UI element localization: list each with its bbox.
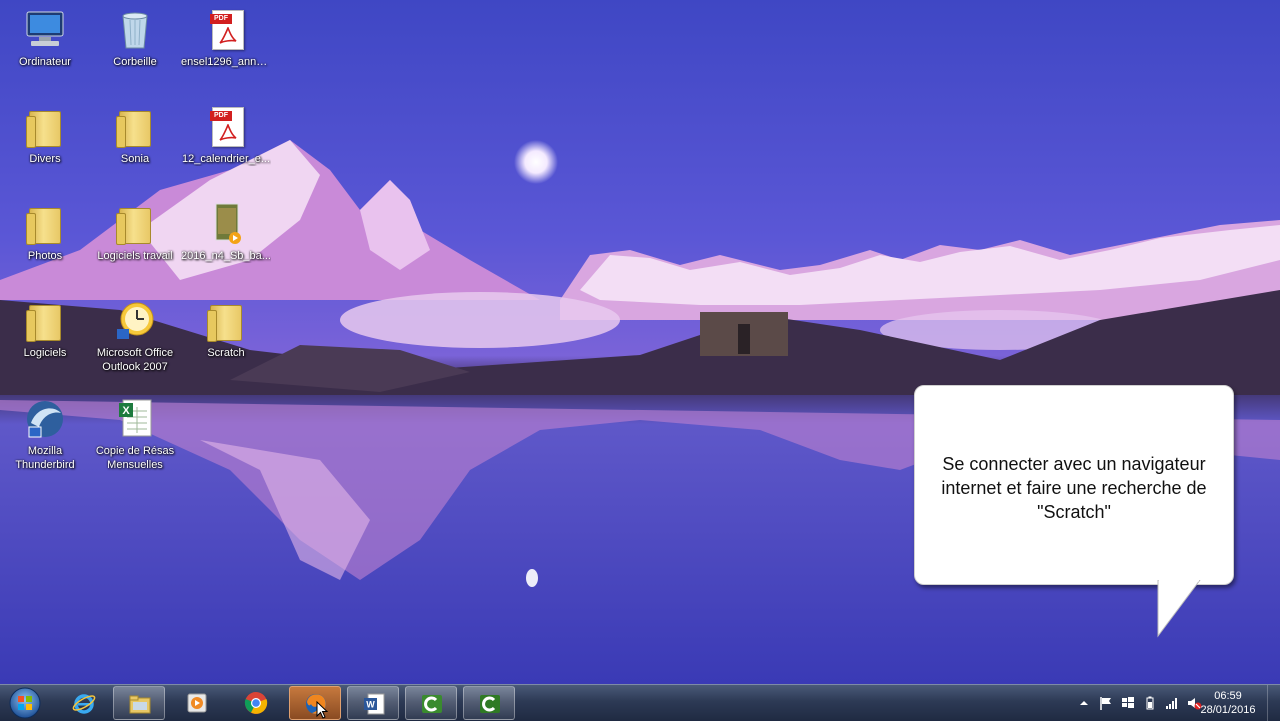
desktop-icon-logiciels-travail[interactable]: Logiciels travail bbox=[90, 202, 180, 263]
folder-icon bbox=[113, 202, 157, 246]
taskbar-chrome[interactable] bbox=[230, 686, 282, 720]
video-file-icon bbox=[204, 202, 248, 246]
desktop-icon-outlook[interactable]: Microsoft Office Outlook 2007 bbox=[90, 299, 180, 374]
desktop-icon-label: Sonia bbox=[120, 153, 150, 165]
desktop-icon-label: Divers bbox=[29, 153, 61, 165]
battery-icon[interactable] bbox=[1142, 695, 1158, 711]
excel-file-icon: X bbox=[113, 397, 157, 441]
mouse-cursor-icon bbox=[316, 701, 328, 719]
taskbar-file-explorer[interactable] bbox=[113, 686, 165, 720]
action-center-flag-icon[interactable] bbox=[1098, 695, 1114, 711]
desktop-icon-label: ensel1296_anne... bbox=[181, 56, 271, 68]
desktop-icon-label: Photos bbox=[27, 250, 63, 262]
start-button[interactable] bbox=[4, 686, 46, 720]
callout-text: Se connecter avec un navigateur internet… bbox=[941, 454, 1207, 522]
system-tray: 06:59 28/01/2016 bbox=[1050, 685, 1280, 721]
clock-date: 28/01/2016 bbox=[1200, 704, 1256, 716]
desktop-icon-divers[interactable]: Divers bbox=[0, 105, 90, 166]
desktop-icon-pdf-ensel[interactable]: PDF ensel1296_anne... bbox=[181, 8, 271, 69]
desktop-icon-video-file[interactable]: 2016_n4_Sb_ba... bbox=[181, 202, 271, 263]
desktop-icon-label: 2016_n4_Sb_ba... bbox=[181, 250, 271, 262]
desktop-icon-label: Mozilla Thunderbird bbox=[15, 445, 75, 471]
folder-icon bbox=[23, 105, 67, 149]
internet-explorer-icon bbox=[72, 694, 96, 714]
desktop-icon-label: Corbeille bbox=[113, 56, 157, 68]
svg-text:X: X bbox=[122, 405, 130, 417]
taskbar-word[interactable]: W bbox=[347, 686, 399, 720]
folder-icon bbox=[113, 105, 157, 149]
taskbar: W 06:59 28/01/2016 bbox=[0, 684, 1280, 721]
file-explorer-icon bbox=[129, 695, 151, 714]
taskbar-media-player[interactable] bbox=[171, 686, 223, 720]
folder-icon bbox=[23, 202, 67, 246]
desktop-icon-label: Copie de Résas Mensuelles bbox=[95, 445, 175, 471]
outlook-icon bbox=[113, 299, 157, 343]
taskbar-firefox[interactable] bbox=[289, 686, 341, 720]
desktop-icon-label: 12_calendrier_e... bbox=[181, 153, 271, 165]
desktop-icon-logiciels[interactable]: Logiciels bbox=[0, 299, 90, 360]
desktop-icon-corbeille[interactable]: Corbeille bbox=[90, 8, 180, 69]
desktop-icon-photos[interactable]: Photos bbox=[0, 202, 90, 263]
computer-icon bbox=[23, 8, 67, 52]
network-signal-icon[interactable] bbox=[1164, 695, 1180, 711]
desktop-icon-label: Ordinateur bbox=[19, 56, 71, 68]
folder-icon bbox=[204, 299, 248, 343]
windows-orb-icon bbox=[9, 687, 41, 719]
tray-expand-icon[interactable] bbox=[1076, 695, 1092, 711]
taskbar-camtasia[interactable] bbox=[405, 686, 457, 720]
desktop-icon-label: Logiciels bbox=[23, 347, 67, 359]
taskbar-camtasia-recorder[interactable] bbox=[463, 686, 515, 720]
media-player-icon bbox=[187, 693, 207, 713]
instruction-callout: Se connecter avec un navigateur internet… bbox=[914, 385, 1234, 585]
desktop-icon-sonia[interactable]: Sonia bbox=[90, 105, 180, 166]
pdf-file-icon: PDF bbox=[204, 8, 248, 52]
folder-icon bbox=[23, 299, 67, 343]
desktop-icon-label: Microsoft Office Outlook 2007 bbox=[96, 347, 174, 373]
show-desktop-button[interactable] bbox=[1267, 685, 1280, 721]
recycle-bin-icon bbox=[113, 8, 157, 52]
taskbar-clock[interactable]: 06:59 28/01/2016 bbox=[1198, 689, 1258, 717]
desktop-icon-pdf-calendrier[interactable]: PDF 12_calendrier_e... bbox=[181, 105, 271, 166]
camtasia-recorder-icon bbox=[480, 695, 500, 713]
desktop-icon-thunderbird[interactable]: Mozilla Thunderbird bbox=[0, 397, 90, 472]
desktop-icon-label: Logiciels travail bbox=[97, 250, 173, 262]
chrome-icon bbox=[244, 692, 268, 714]
word-icon: W bbox=[364, 693, 385, 715]
desktop-icon-label: Scratch bbox=[207, 347, 245, 359]
desktop-icon-scratch[interactable]: Scratch bbox=[181, 299, 271, 360]
windows-flag-icon[interactable] bbox=[1120, 695, 1136, 711]
svg-text:W: W bbox=[366, 700, 375, 710]
desktop-icon-excel-file[interactable]: X Copie de Résas Mensuelles bbox=[90, 397, 180, 472]
callout-tail bbox=[1157, 580, 1201, 638]
camtasia-icon bbox=[422, 695, 442, 713]
clock-time: 06:59 bbox=[1214, 690, 1242, 702]
pdf-file-icon: PDF bbox=[204, 105, 248, 149]
desktop-icon-ordinateur[interactable]: Ordinateur bbox=[0, 8, 90, 69]
thunderbird-icon bbox=[23, 397, 67, 441]
taskbar-internet-explorer[interactable] bbox=[58, 686, 110, 720]
